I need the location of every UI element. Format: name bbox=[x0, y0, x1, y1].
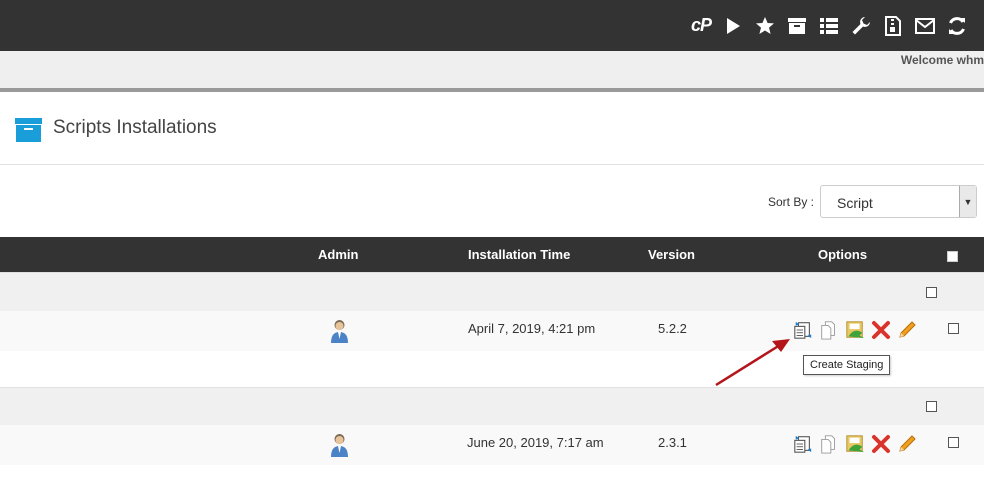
annotation-arrow bbox=[715, 339, 790, 387]
